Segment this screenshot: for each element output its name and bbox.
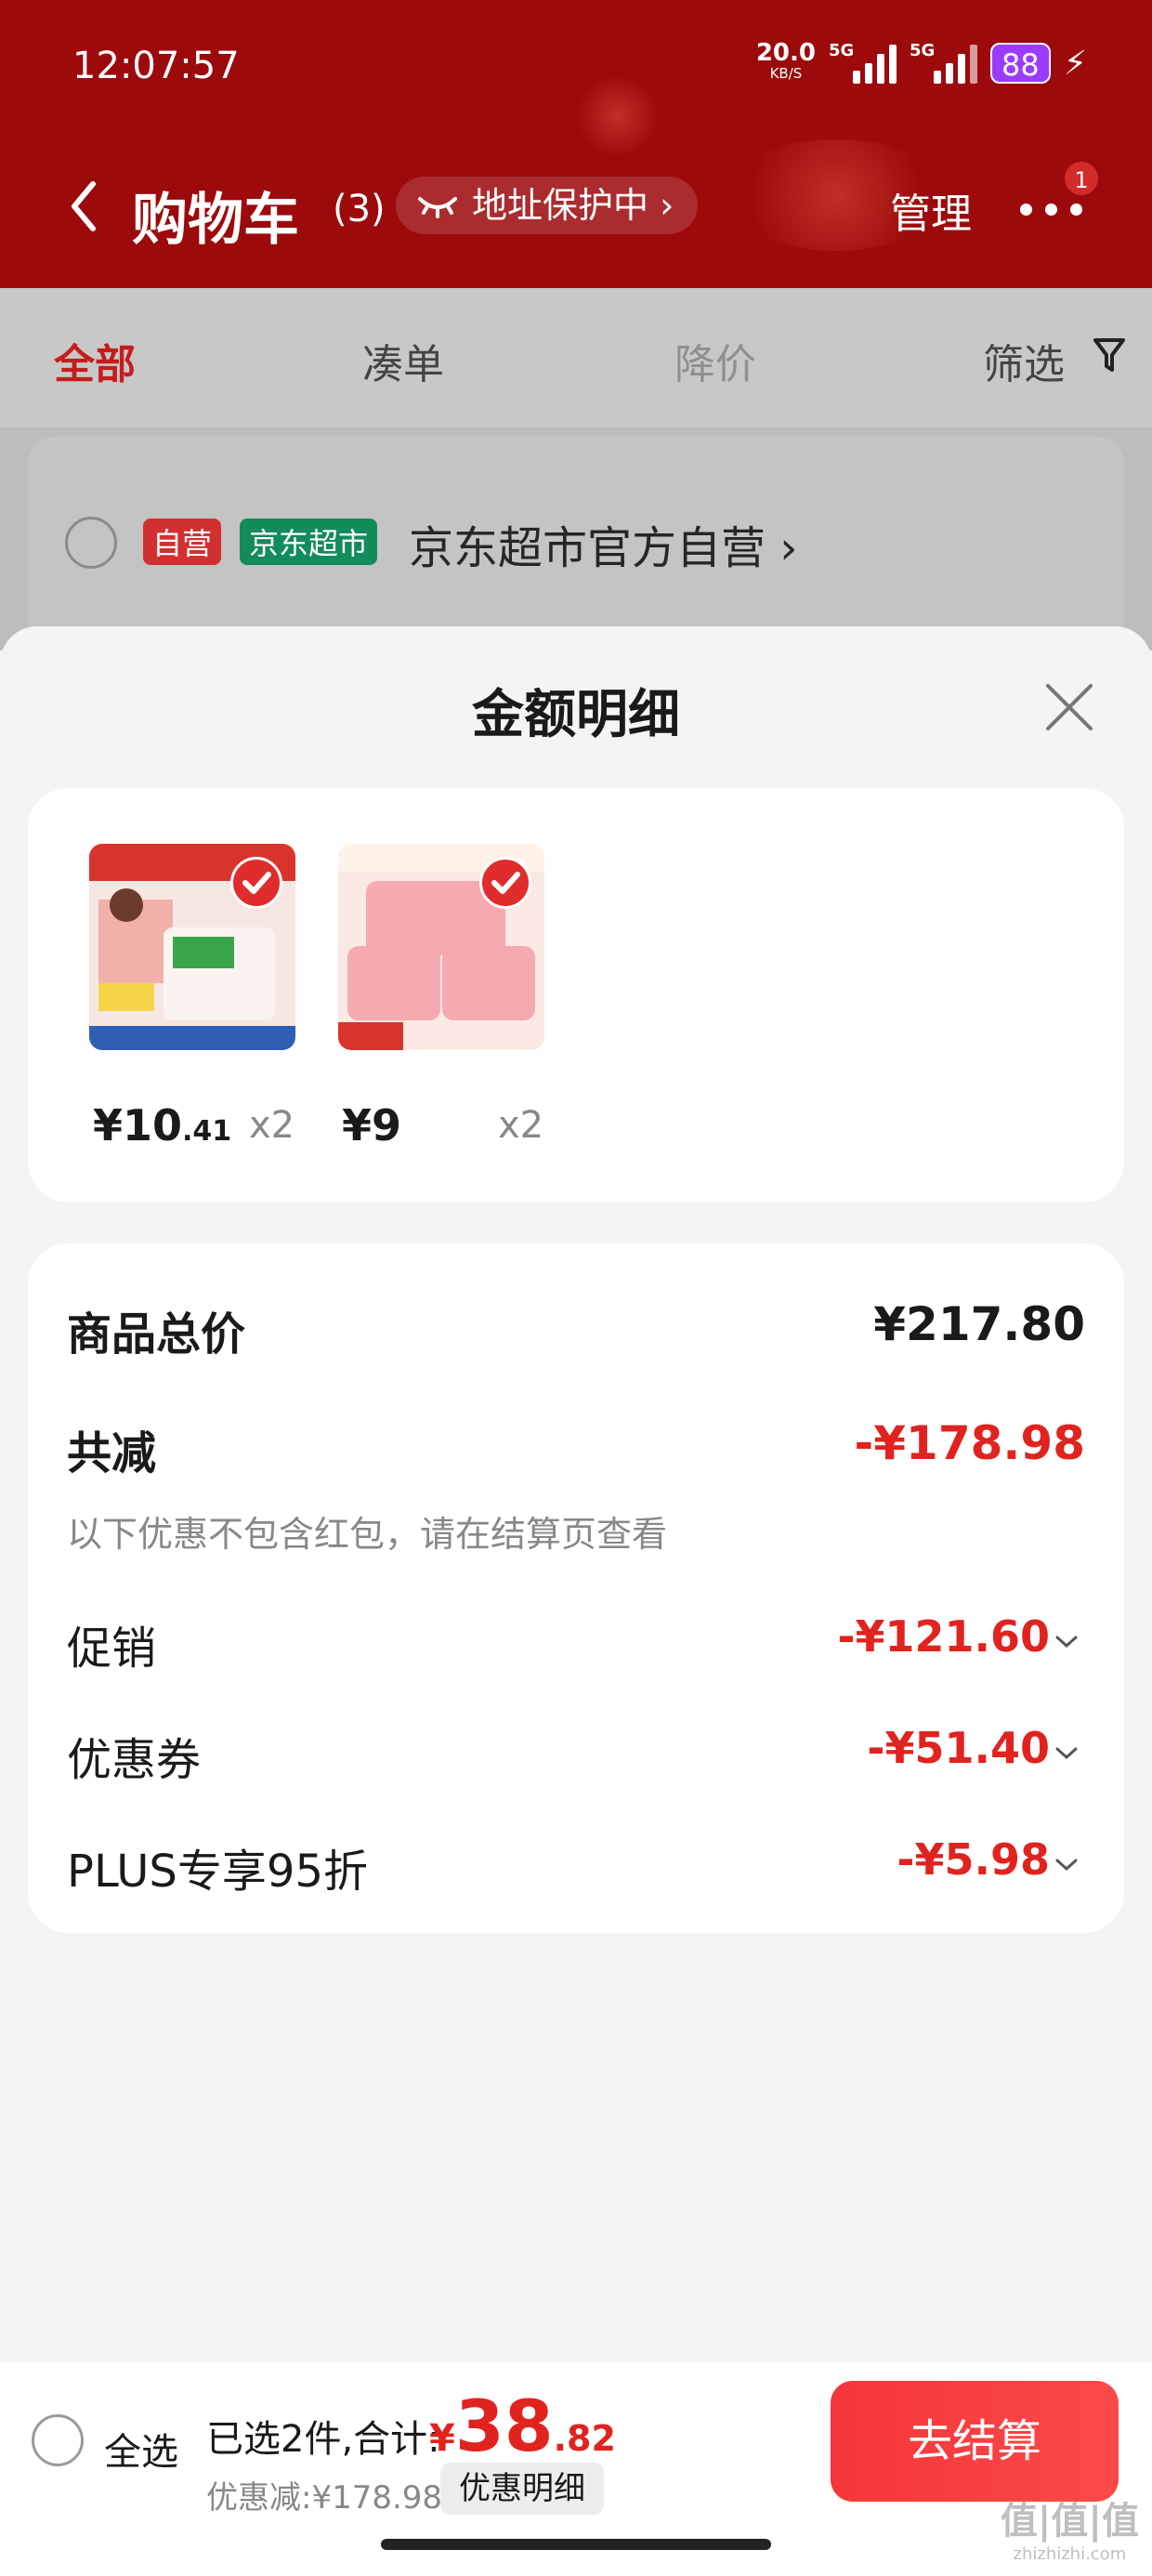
product-thumbnail[interactable]	[89, 844, 295, 1050]
price-summary: 商品总价 ¥217.80 共减 -¥178.98 以下优惠不包含红包，请在结算页…	[28, 1243, 1124, 1933]
status-time: 12:07:57	[72, 45, 240, 87]
checkout-button[interactable]: 去结算	[831, 2381, 1119, 2502]
top-header: 12:07:57 20.0 KB/S 5G 5G 88 ⚡ 购物车 (3) 地址…	[0, 0, 1152, 288]
saved-amount: 优惠减:¥178.98	[206, 2479, 443, 2517]
firework-decoration	[576, 74, 660, 158]
promotion-label[interactable]: 促销	[67, 1611, 156, 1676]
address-protect-button[interactable]: 地址保护中 ›	[396, 177, 699, 234]
checked-icon	[230, 857, 282, 909]
address-protect-label: 地址保护中 ›	[472, 185, 674, 226]
discount-detail-button[interactable]: 优惠明细	[440, 2463, 604, 2515]
sheet-title: 金额明细	[472, 685, 680, 745]
network-speed: 20.0 KB/S	[756, 41, 816, 84]
watermark: 值|值|值 zhizhizhi.com	[1001, 2491, 1139, 2564]
promotion-value[interactable]: -¥121.60	[837, 1611, 1050, 1662]
price-main: ¥10	[93, 1100, 183, 1150]
back-icon[interactable]	[65, 178, 102, 234]
charging-icon: ⚡	[1063, 44, 1087, 83]
manage-button[interactable]: 管理	[890, 180, 972, 240]
product-quantity: x2	[498, 1104, 544, 1147]
self-operated-tag: 自营	[143, 519, 222, 565]
shop-select-radio[interactable]	[65, 517, 117, 569]
filter-icon[interactable]	[1093, 336, 1126, 374]
tab-price-drop[interactable]: 降价	[674, 331, 756, 390]
discount-note: 以下优惠不包含红包，请在结算页查看	[67, 1514, 668, 1555]
total-reduction-label: 共减	[67, 1427, 157, 1479]
total-decimal: .82	[553, 2418, 616, 2459]
total-price-value: ¥217.80	[873, 1297, 1085, 1351]
signal-icon: 5G	[829, 41, 897, 84]
tab-filter[interactable]: 筛选	[983, 331, 1065, 390]
total-main: 38	[454, 2385, 554, 2467]
total-amount: ¥38.82	[429, 2385, 616, 2467]
plus-discount-label[interactable]: PLUS专享95折	[67, 1834, 368, 1899]
price-decimal: .41	[182, 1115, 232, 1148]
notification-badge: 1	[1063, 160, 1100, 197]
coupon-label[interactable]: 优惠券	[67, 1723, 201, 1788]
cart-count: (3)	[333, 188, 386, 230]
home-indicator[interactable]	[381, 2539, 771, 2550]
checked-icon	[479, 857, 531, 909]
product-list: ¥10.41 x2 ¥9 x2	[28, 788, 1124, 1203]
currency-symbol: ¥	[429, 2417, 455, 2460]
closed-eye-icon	[418, 197, 457, 218]
page-title: 购物车	[132, 188, 299, 253]
navigation-bar: 购物车 (3) 地址保护中 › 管理	[0, 167, 1152, 253]
battery-icon: 88	[990, 43, 1051, 84]
select-all-label[interactable]: 全选	[104, 2422, 178, 2476]
chevron-down-icon[interactable]	[1055, 1747, 1078, 1760]
plus-discount-value[interactable]: -¥5.98	[897, 1834, 1050, 1885]
product-price: ¥9	[342, 1100, 401, 1150]
product-quantity: x2	[249, 1104, 295, 1147]
network-type: 5G	[829, 41, 855, 60]
filter-tabs: 全部 凑单 降价 筛选	[0, 288, 1152, 427]
more-icon[interactable]	[1020, 195, 1087, 223]
watermark-logo: 值|值|值	[1000, 2500, 1139, 2543]
product-thumbnail[interactable]	[338, 844, 544, 1050]
selected-summary: 已选2件,合计:	[206, 2418, 440, 2461]
jd-market-tag: 京东超市	[240, 519, 378, 565]
close-icon[interactable]	[1042, 680, 1096, 734]
price-main: ¥9	[342, 1100, 402, 1150]
signal-icon: 5G	[910, 41, 977, 84]
tab-combine-order[interactable]: 凑单	[362, 331, 444, 390]
amount-detail-sheet: 金额明细 ¥10.41 x2 ¥9 x2 商品总价 ¥217.80 共减 -¥1…	[0, 626, 1152, 2364]
tab-all[interactable]: 全部	[54, 331, 136, 390]
product-price: ¥10.41	[93, 1100, 231, 1150]
shop-name[interactable]: 京东超市官方自营 ›	[409, 511, 797, 576]
total-reduction-value: -¥178.98	[854, 1416, 1086, 1470]
network-type: 5G	[910, 41, 936, 60]
coupon-value[interactable]: -¥51.40	[867, 1723, 1050, 1773]
total-price-label: 商品总价	[67, 1308, 246, 1360]
status-icons: 20.0 KB/S 5G 5G 88 ⚡	[756, 41, 1087, 84]
watermark-url: zhizhizhi.com	[1013, 2544, 1127, 2564]
chevron-down-icon[interactable]	[1055, 1859, 1078, 1872]
select-all-radio[interactable]	[32, 2414, 84, 2466]
chevron-down-icon[interactable]	[1055, 1636, 1078, 1649]
